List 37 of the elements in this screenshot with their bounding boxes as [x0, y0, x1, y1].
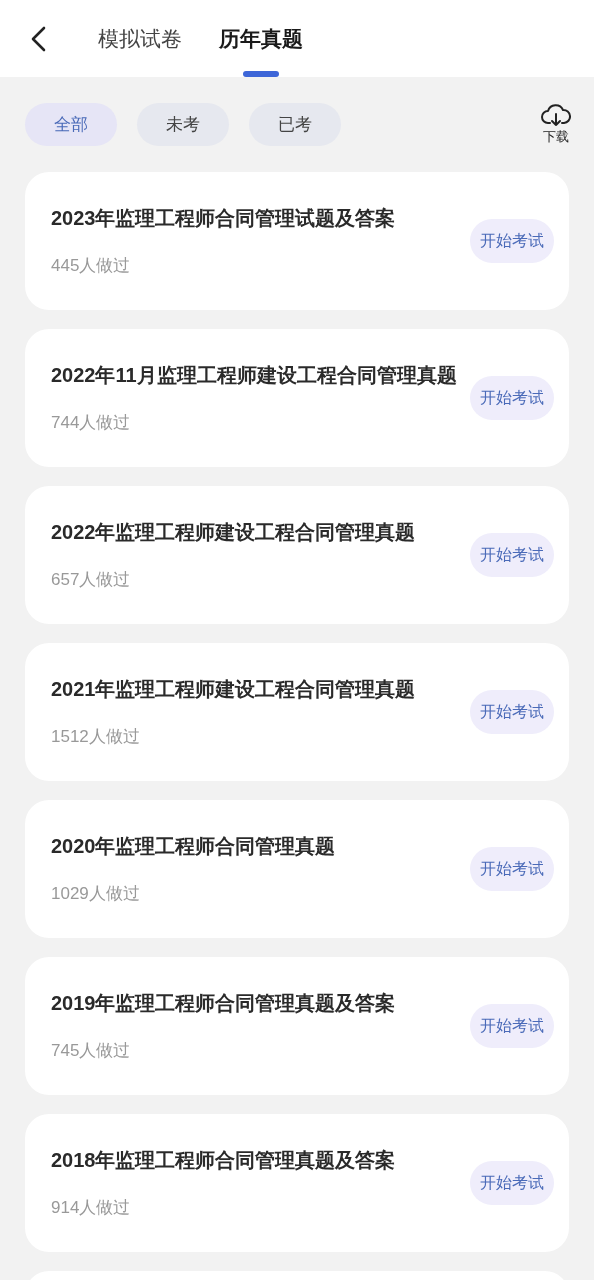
paper-card[interactable]: 2022年监理工程师建设工程合同管理真题 657人做过 开始考试 [25, 486, 569, 624]
paper-title: 2022年11月监理工程师建设工程合同管理真题 [51, 363, 458, 389]
paper-card[interactable]: 2018年监理工程师合同管理真题及答案 914人做过 开始考试 [25, 1114, 569, 1252]
filter-chip[interactable]: 未考 [137, 103, 229, 146]
start-exam-button[interactable]: 开始考试 [470, 690, 554, 734]
start-exam-button[interactable]: 开始考试 [470, 533, 554, 577]
paper-title: 2023年监理工程师合同管理试题及答案 [51, 206, 397, 232]
start-exam-button[interactable]: 开始考试 [470, 1161, 554, 1205]
download-button[interactable]: 下载 [541, 102, 571, 147]
filter-chip[interactable]: 已考 [249, 103, 341, 146]
paper-card[interactable]: 2023年监理工程师合同管理试题及答案 445人做过 开始考试 [25, 172, 569, 310]
attempt-count: 744人做过 [51, 412, 132, 435]
paper-title: 2021年监理工程师建设工程合同管理真题 [51, 677, 417, 703]
paper-card[interactable]: 2019年监理工程师合同管理真题及答案 745人做过 开始考试 [25, 957, 569, 1095]
attempt-count: 1029人做过 [51, 883, 141, 906]
attempt-count: 1512人做过 [51, 726, 141, 749]
back-icon [30, 25, 46, 52]
attempt-count: 745人做过 [51, 1040, 132, 1063]
paper-title: 2020年监理工程师合同管理真题 [51, 834, 337, 860]
attempt-count: 657人做过 [51, 569, 132, 592]
start-exam-button[interactable]: 开始考试 [470, 847, 554, 891]
attempt-count: 445人做过 [51, 255, 132, 278]
paper-title: 2018年监理工程师合同管理真题及答案 [51, 1148, 397, 1174]
tab-indicator [243, 71, 279, 77]
filter-chip[interactable]: 全部 [25, 103, 117, 146]
start-exam-button[interactable]: 开始考试 [470, 219, 554, 263]
paper-card[interactable]: 2021年监理工程师建设工程合同管理真题 1512人做过 开始考试 [25, 643, 569, 781]
start-exam-button[interactable]: 开始考试 [470, 376, 554, 420]
paper-card[interactable]: 2020年监理工程师合同管理真题 1029人做过 开始考试 [25, 800, 569, 938]
paper-title: 2019年监理工程师合同管理真题及答案 [51, 991, 397, 1017]
paper-card[interactable]: 2022年11月监理工程师建设工程合同管理真题 744人做过 开始考试 [25, 329, 569, 467]
attempt-count: 914人做过 [51, 1197, 132, 1220]
tab[interactable]: 历年真题 [219, 0, 303, 77]
start-exam-button[interactable]: 开始考试 [470, 1004, 554, 1048]
cloud-download-icon [541, 102, 571, 127]
paper-title: 2022年监理工程师建设工程合同管理真题 [51, 520, 417, 546]
tab[interactable]: 模拟试卷 [98, 0, 182, 77]
